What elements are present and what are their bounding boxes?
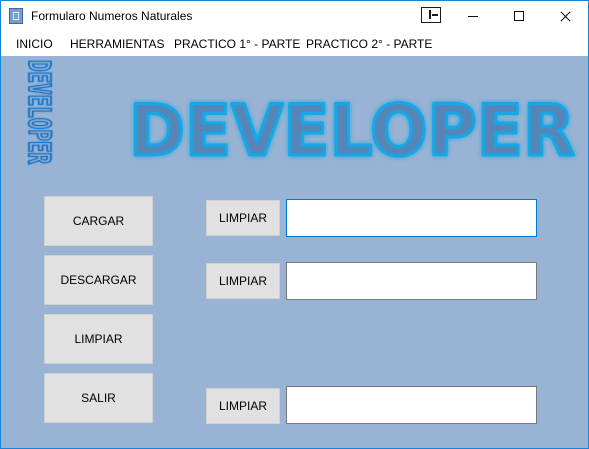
salir-button[interactable]: SALIR: [44, 373, 153, 423]
number-field-2[interactable]: [286, 262, 537, 300]
menu-herramientas[interactable]: HERRAMIENTAS: [70, 37, 164, 51]
developer-logo-vertical: DEVELOPER: [20, 59, 56, 165]
limpiar-field-1-button[interactable]: LIMPIAR: [206, 200, 280, 236]
menu-bar: INICIO HERRAMIENTAS PRACTICO 1° - PARTE …: [1, 31, 588, 56]
limpiar-field-3-button[interactable]: LIMPIAR: [206, 388, 280, 424]
maximize-button[interactable]: [496, 1, 542, 31]
cargar-button[interactable]: CARGAR: [44, 196, 153, 246]
logo-vertical-text: DEVELOPER: [21, 60, 56, 165]
number-field-3[interactable]: [286, 386, 537, 424]
app-icon: [9, 8, 23, 24]
app-window: Formularo Numeros Naturales INICIO HERRA…: [0, 0, 589, 449]
logo-main-text: DEVELOPER: [129, 90, 575, 169]
limpiar-all-button[interactable]: LIMPIAR: [44, 314, 153, 364]
minimize-button[interactable]: [450, 1, 496, 31]
window-title: Formularo Numeros Naturales: [31, 9, 193, 23]
descargar-button[interactable]: DESCARGAR: [44, 255, 153, 305]
developer-logo: DEVELOPER: [128, 89, 577, 170]
menu-practico-2[interactable]: PRACTICO 2° - PARTE: [306, 37, 432, 51]
limpiar-field-2-button[interactable]: LIMPIAR: [206, 263, 280, 299]
number-field-1[interactable]: [286, 199, 537, 237]
menu-inicio[interactable]: INICIO: [16, 37, 53, 51]
snap-layout-icon[interactable]: [421, 7, 441, 23]
menu-practico-1[interactable]: PRACTICO 1° - PARTE: [174, 37, 300, 51]
close-button[interactable]: [542, 1, 588, 31]
title-bar[interactable]: Formularo Numeros Naturales: [1, 1, 588, 31]
